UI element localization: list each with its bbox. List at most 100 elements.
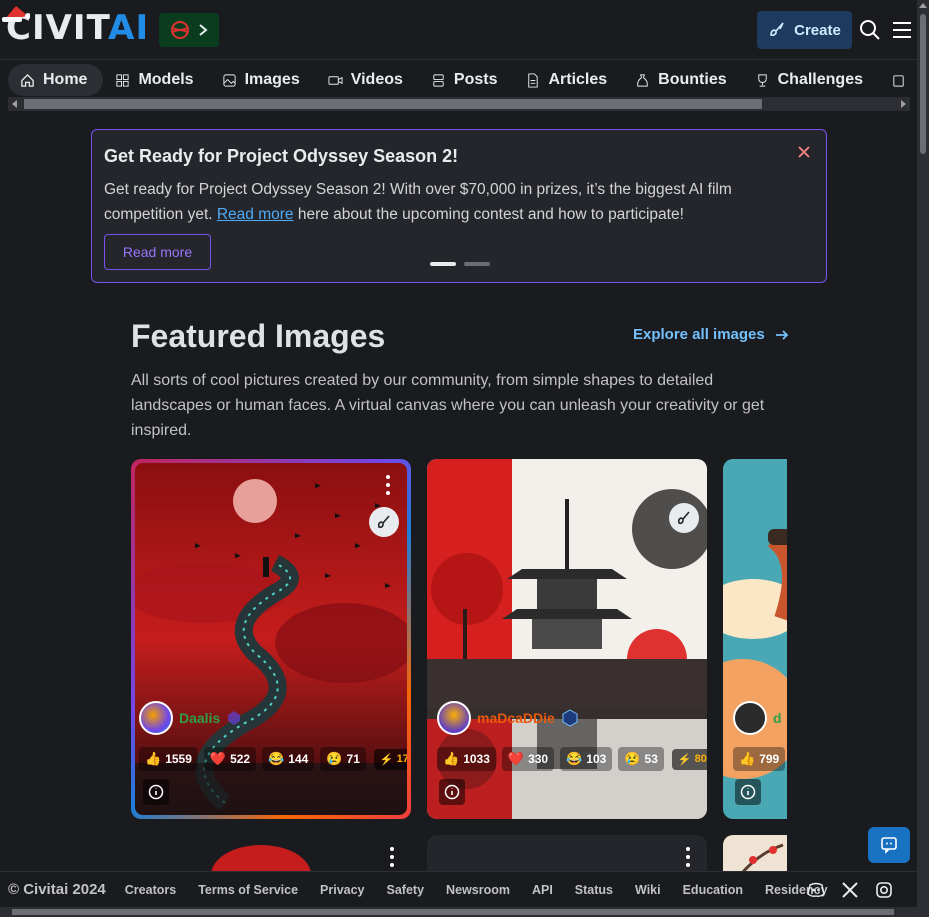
username[interactable]: Daalis (179, 710, 220, 726)
badge-icon (228, 711, 241, 725)
nav-tab-images[interactable]: Images (210, 64, 316, 96)
page-vertical-scrollbar[interactable] (917, 0, 929, 917)
nav-tab-challenges[interactable]: Challenges (743, 64, 879, 96)
footer-link-privacy[interactable]: Privacy (309, 883, 375, 897)
featured-images-carousel: Daalis 👍1559 ❤️522 😂144 😢71 ⚡170 (131, 459, 787, 871)
badge-icon (562, 709, 578, 727)
footer-link-creators[interactable]: Creators (114, 883, 187, 897)
more-options-icon[interactable] (685, 847, 691, 867)
cry-reaction[interactable]: 😢 71 (320, 747, 366, 771)
explore-all-images-link[interactable]: Explore all images (633, 326, 789, 343)
nav-tab-home[interactable]: Home (8, 64, 104, 96)
arrow-right-icon (775, 329, 789, 340)
banner-text: Get ready for Project Odyssey Season 2! … (104, 181, 732, 223)
scrollbar-thumb[interactable] (24, 99, 762, 109)
nav-tab-bounties[interactable]: Bounties (623, 64, 742, 96)
buzz-tip[interactable]: ⚡170 (373, 748, 407, 770)
image-card-inner: Daalis 👍1559 ❤️522 😂144 😢71 ⚡170 (135, 463, 407, 815)
card-user[interactable]: d (733, 701, 782, 735)
region-globe-icon (171, 21, 189, 39)
avatar[interactable] (139, 701, 173, 735)
buzz-tip[interactable]: ⚡ 80 (671, 748, 707, 770)
search-icon[interactable] (858, 18, 882, 42)
civitai-logo[interactable]: CIVITAI (2, 6, 149, 48)
create-label: Create (794, 21, 841, 39)
image-card[interactable]: Daalis 👍1559 ❤️522 😂144 😢71 ⚡170 (131, 459, 411, 819)
create-button[interactable]: Create (757, 11, 852, 49)
footer-link-terms[interactable]: Terms of Service (187, 883, 309, 897)
like-reaction[interactable]: 👍 1033 (437, 747, 496, 771)
footer-copyright: © Civitai 2024 (8, 881, 106, 898)
laugh-reaction[interactable]: 😂 103 (560, 747, 613, 771)
heart-reaction[interactable]: ❤️ 522 (203, 747, 257, 771)
heart-reaction[interactable]: ❤️ 330 (501, 747, 555, 771)
image-card[interactable] (723, 835, 787, 871)
info-button[interactable] (439, 779, 465, 805)
cry-reaction[interactable]: 😢 53 (618, 747, 664, 771)
scroll-up-arrow-icon[interactable] (919, 3, 927, 8)
footer-link-safety[interactable]: Safety (376, 883, 436, 897)
footer-link-wiki[interactable]: Wiki (624, 883, 672, 897)
card-image-blossom[interactable] (723, 835, 787, 871)
image-card[interactable]: maDcaDDie 👍 1033 ❤️ 330 😂 103 😢 53 ⚡ 80 (427, 459, 707, 819)
more-options-icon[interactable] (389, 847, 395, 867)
info-icon (148, 784, 164, 800)
banner-read-more-link[interactable]: Read more (217, 206, 294, 223)
info-button[interactable] (143, 779, 169, 805)
nav-tab-models[interactable]: Models (103, 64, 209, 96)
carousel-dot-2[interactable] (464, 262, 490, 266)
carousel-dot-1[interactable] (430, 262, 456, 266)
heart-icon: ❤️ (209, 751, 227, 766)
avatar[interactable] (733, 701, 767, 735)
chat-icon (881, 837, 897, 854)
banner-read-more-button[interactable]: Read more (104, 234, 211, 270)
image-card[interactable]: d 👍 799 (723, 459, 787, 819)
remix-button[interactable] (369, 507, 399, 537)
region-button[interactable] (159, 13, 219, 47)
vertical-scrollbar-thumb[interactable] (920, 14, 926, 154)
scroll-left-arrow-icon[interactable] (12, 100, 17, 108)
hamburger-menu-icon[interactable] (890, 18, 914, 42)
discord-icon[interactable] (807, 881, 825, 899)
footer-link-newsroom[interactable]: Newsroom (435, 883, 521, 897)
info-button[interactable] (735, 779, 761, 805)
home-icon (21, 73, 34, 87)
info-icon (444, 784, 460, 800)
close-icon[interactable] (796, 144, 812, 160)
footer-link-status[interactable]: Status (564, 883, 624, 897)
laugh-reaction[interactable]: 😂 144 (262, 747, 315, 771)
username[interactable]: d (773, 710, 782, 726)
like-reaction[interactable]: 👍 799 (733, 747, 786, 771)
like-reaction[interactable]: 👍 1559 (139, 747, 198, 771)
scroll-right-arrow-icon[interactable] (901, 100, 906, 108)
footer-link-api[interactable]: API (521, 883, 564, 897)
card-user[interactable]: maDcaDDie (437, 701, 579, 735)
section-title: Featured Images (131, 318, 386, 354)
footer-link-education[interactable]: Education (672, 883, 754, 897)
avatar[interactable] (437, 701, 471, 735)
card-user[interactable]: Daalis (139, 701, 242, 735)
instagram-icon[interactable] (875, 881, 893, 899)
nav-tab-posts[interactable]: Posts (419, 64, 514, 96)
reaction-stats: 👍 799 (733, 747, 786, 771)
bottom-scrollbar-thumb[interactable] (12, 909, 894, 915)
cry-icon: 😢 (326, 751, 343, 766)
card-image-red-shape[interactable] (131, 835, 411, 871)
bottom-horizontal-scrollbar[interactable] (0, 907, 917, 917)
image-card[interactable] (131, 835, 411, 871)
nav-horizontal-scrollbar[interactable] (8, 97, 910, 111)
explore-label: Explore all images (633, 326, 765, 343)
remix-button[interactable] (669, 503, 699, 533)
nav-label: Videos (350, 71, 403, 88)
chat-support-button[interactable] (868, 827, 910, 863)
x-twitter-icon[interactable] (841, 881, 859, 899)
nav-tab-articles[interactable]: Articles (513, 64, 623, 96)
nav-label: Images (244, 71, 300, 88)
layers-icon (433, 73, 444, 87)
nav-tab-more[interactable] (879, 64, 922, 96)
username[interactable]: maDcaDDie (477, 710, 555, 726)
more-options-icon[interactable] (385, 475, 391, 495)
image-card[interactable] (427, 835, 707, 871)
nav-tab-videos[interactable]: Videos (316, 64, 419, 96)
thumbs-up-icon: 👍 (145, 751, 162, 766)
